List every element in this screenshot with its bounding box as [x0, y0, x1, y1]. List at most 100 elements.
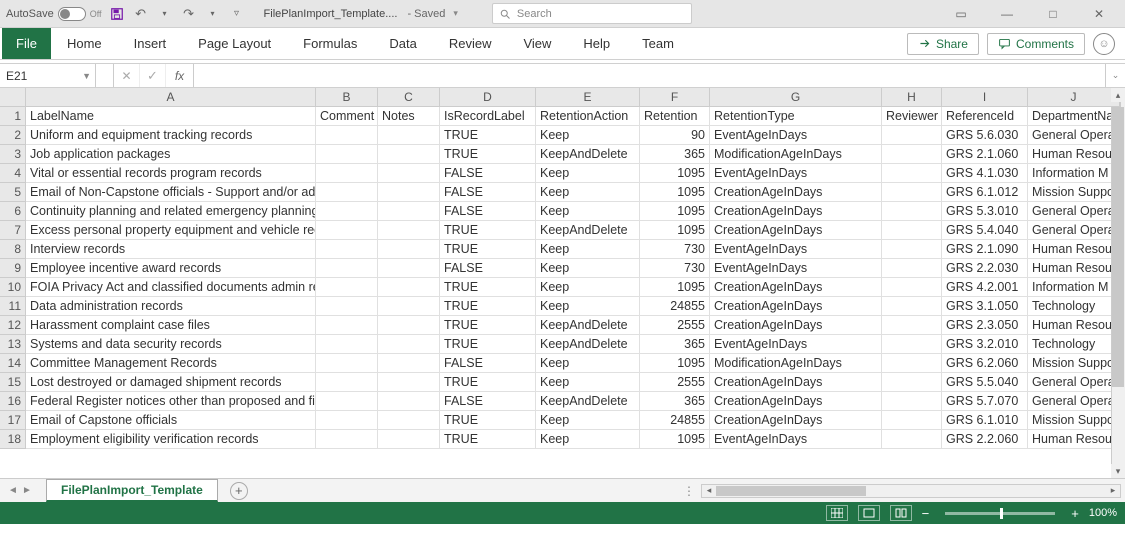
cell[interactable]: TRUE [440, 297, 536, 316]
cell[interactable] [378, 430, 440, 449]
row-header[interactable]: 3 [0, 145, 26, 164]
cell[interactable]: Harassment complaint case files [26, 316, 316, 335]
cell[interactable]: TRUE [440, 316, 536, 335]
cell[interactable]: Technology [1028, 297, 1120, 316]
row-header[interactable]: 1 [0, 107, 26, 126]
cell[interactable] [378, 164, 440, 183]
cell[interactable]: Notes [378, 107, 440, 126]
cell[interactable]: RetentionType [710, 107, 882, 126]
cell[interactable]: Job application packages [26, 145, 316, 164]
tab-help[interactable]: Help [567, 28, 626, 59]
cell[interactable]: IsRecordLabel [440, 107, 536, 126]
cell[interactable] [882, 392, 942, 411]
cell[interactable] [316, 126, 378, 145]
cell[interactable]: CreationAgeInDays [710, 373, 882, 392]
sheet-tab-active[interactable]: FilePlanImport_Template [46, 479, 218, 502]
cell[interactable]: Technology [1028, 335, 1120, 354]
column-header[interactable]: D [440, 88, 536, 107]
ribbon-display-icon[interactable]: ▭ [941, 0, 981, 28]
cell[interactable]: Excess personal property equipment and v… [26, 221, 316, 240]
cell[interactable]: GRS 2.1.090 [942, 240, 1028, 259]
cell[interactable]: ReferenceId [942, 107, 1028, 126]
cell[interactable]: Human Resour [1028, 240, 1120, 259]
cell[interactable] [316, 297, 378, 316]
cell[interactable] [882, 240, 942, 259]
share-button[interactable]: Share [907, 33, 979, 55]
cell[interactable] [378, 392, 440, 411]
column-header[interactable]: J [1028, 88, 1120, 107]
row-header[interactable]: 18 [0, 430, 26, 449]
cell[interactable]: FALSE [440, 259, 536, 278]
column-header[interactable]: H [882, 88, 942, 107]
cell[interactable] [882, 373, 942, 392]
cell[interactable]: LabelName [26, 107, 316, 126]
column-header[interactable]: E [536, 88, 640, 107]
search-input[interactable]: Search [492, 3, 692, 24]
row-header[interactable]: 2 [0, 126, 26, 145]
qat-customize-icon[interactable]: ▿ [228, 5, 246, 23]
cell[interactable]: TRUE [440, 240, 536, 259]
cell[interactable]: GRS 2.3.050 [942, 316, 1028, 335]
scroll-left-icon[interactable]: ◂ [702, 485, 716, 496]
redo-icon[interactable]: ↷ [180, 5, 198, 23]
cell[interactable]: General Opera [1028, 126, 1120, 145]
tab-file[interactable]: File [2, 28, 51, 59]
cell[interactable]: CreationAgeInDays [710, 183, 882, 202]
view-page-layout-icon[interactable] [858, 505, 880, 521]
cell[interactable]: Email of Capstone officials [26, 411, 316, 430]
cell[interactable]: TRUE [440, 145, 536, 164]
row-header[interactable]: 4 [0, 164, 26, 183]
row-header[interactable]: 15 [0, 373, 26, 392]
tab-formulas[interactable]: Formulas [287, 28, 373, 59]
row-header[interactable]: 17 [0, 411, 26, 430]
cell[interactable]: FALSE [440, 354, 536, 373]
undo-icon[interactable]: ↶ [132, 5, 150, 23]
cell[interactable]: 24855 [640, 411, 710, 430]
cell[interactable]: General Opera [1028, 373, 1120, 392]
cell[interactable] [882, 202, 942, 221]
cell[interactable] [316, 354, 378, 373]
view-page-break-icon[interactable] [890, 505, 912, 521]
cell[interactable]: TRUE [440, 278, 536, 297]
cell[interactable]: GRS 6.1.012 [942, 183, 1028, 202]
cell[interactable]: Comment [316, 107, 378, 126]
cell[interactable]: TRUE [440, 221, 536, 240]
tab-review[interactable]: Review [433, 28, 508, 59]
cell[interactable] [378, 297, 440, 316]
cell[interactable]: General Opera [1028, 392, 1120, 411]
cell[interactable]: FALSE [440, 392, 536, 411]
cell[interactable]: ModificationAgeInDays [710, 354, 882, 373]
cell[interactable] [378, 278, 440, 297]
cell[interactable]: GRS 5.5.040 [942, 373, 1028, 392]
cell[interactable]: GRS 3.1.050 [942, 297, 1028, 316]
cell[interactable]: Data administration records [26, 297, 316, 316]
cell[interactable]: FALSE [440, 202, 536, 221]
cell[interactable]: General Opera [1028, 202, 1120, 221]
cell[interactable]: Keep [536, 354, 640, 373]
row-header[interactable]: 13 [0, 335, 26, 354]
cell[interactable] [378, 202, 440, 221]
column-header[interactable]: A [26, 88, 316, 107]
cell[interactable]: 365 [640, 392, 710, 411]
cell[interactable]: ModificationAgeInDays [710, 145, 882, 164]
scroll-down-icon[interactable]: ▾ [1111, 464, 1125, 478]
cell[interactable]: Lost destroyed or damaged shipment recor… [26, 373, 316, 392]
cell[interactable]: Keep [536, 278, 640, 297]
column-header[interactable]: C [378, 88, 440, 107]
cell[interactable]: TRUE [440, 430, 536, 449]
cell[interactable] [378, 126, 440, 145]
cell[interactable]: Employee incentive award records [26, 259, 316, 278]
cell[interactable] [378, 240, 440, 259]
cell[interactable] [316, 259, 378, 278]
cell[interactable]: Mission Suppo [1028, 354, 1120, 373]
scroll-up-icon[interactable]: ▴ [1111, 88, 1125, 102]
cell[interactable]: 1095 [640, 183, 710, 202]
cell[interactable]: CreationAgeInDays [710, 297, 882, 316]
cell[interactable] [378, 183, 440, 202]
cell[interactable]: GRS 2.2.060 [942, 430, 1028, 449]
save-icon[interactable] [108, 5, 126, 23]
comments-button[interactable]: Comments [987, 33, 1085, 55]
cell[interactable] [378, 335, 440, 354]
enter-icon[interactable]: ✓ [140, 64, 166, 87]
cell[interactable] [882, 430, 942, 449]
